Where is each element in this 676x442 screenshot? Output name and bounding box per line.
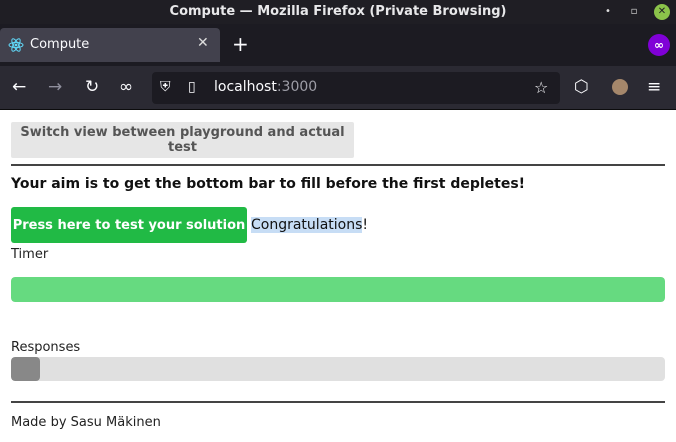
minimize-button[interactable]: • [600, 4, 616, 20]
private-browsing-icon: ∞ [648, 34, 670, 56]
responses-label: Responses [11, 340, 81, 355]
close-tab-icon[interactable]: ✕ [197, 35, 209, 51]
test-solution-button[interactable]: Press here to test your solution [11, 207, 247, 243]
footer-credit: Made by Sasu Mäkinen [11, 415, 161, 430]
tab-bar: Compute ✕ + ∞ [0, 24, 676, 66]
reload-button[interactable]: ↻ [85, 77, 99, 97]
account-avatar[interactable] [612, 79, 628, 95]
react-atom-icon [8, 38, 24, 52]
responses-progress-fill [11, 357, 40, 381]
new-tab-button[interactable]: + [232, 34, 249, 54]
congratulations-selected-text: Congratulations [251, 217, 363, 233]
url-port: :3000 [276, 79, 318, 95]
timer-progress-fill [11, 277, 665, 302]
aim-heading: Your aim is to get the bottom bar to fil… [11, 176, 526, 192]
window-titlebar: Compute — Mozilla Firefox (Private Brows… [0, 0, 676, 24]
url-text[interactable]: localhost:3000 [214, 79, 317, 95]
divider-top [11, 164, 665, 166]
url-host: localhost [214, 79, 277, 95]
menu-icon[interactable]: ≡ [647, 77, 661, 97]
shield-icon[interactable]: ⛨ [160, 79, 171, 95]
switch-view-button[interactable]: Switch view between playground and actua… [11, 122, 354, 158]
tab-label: Compute [30, 37, 90, 52]
responses-progress-bar [11, 357, 665, 381]
bookmark-star-icon[interactable]: ☆ [534, 78, 548, 97]
navigation-toolbar: ← → ↻ ∞ ⛨ ▯ localhost:3000 ☆ ⬡ ≡ [0, 66, 676, 110]
maximize-button[interactable]: ▫ [626, 4, 642, 20]
url-bar[interactable]: ⛨ ▯ localhost:3000 ☆ [152, 72, 560, 104]
back-button[interactable]: ← [12, 77, 26, 97]
tab-compute[interactable]: Compute ✕ [0, 28, 220, 62]
congratulations-message: Congratulations! [251, 217, 368, 233]
tracking-protection-icon[interactable]: ∞ [119, 77, 133, 97]
timer-progress-bar [11, 277, 665, 302]
page-info-icon[interactable]: ▯ [188, 79, 196, 95]
page-content: Switch view between playground and actua… [0, 110, 676, 442]
pocket-icon[interactable]: ⬡ [574, 77, 589, 97]
close-window-button[interactable]: ✕ [654, 4, 670, 20]
congratulations-exclamation: ! [362, 217, 369, 233]
timer-label: Timer [11, 247, 49, 262]
divider-bottom [11, 401, 665, 403]
forward-button[interactable]: → [48, 77, 62, 97]
window-title: Compute — Mozilla Firefox (Private Brows… [169, 4, 507, 19]
